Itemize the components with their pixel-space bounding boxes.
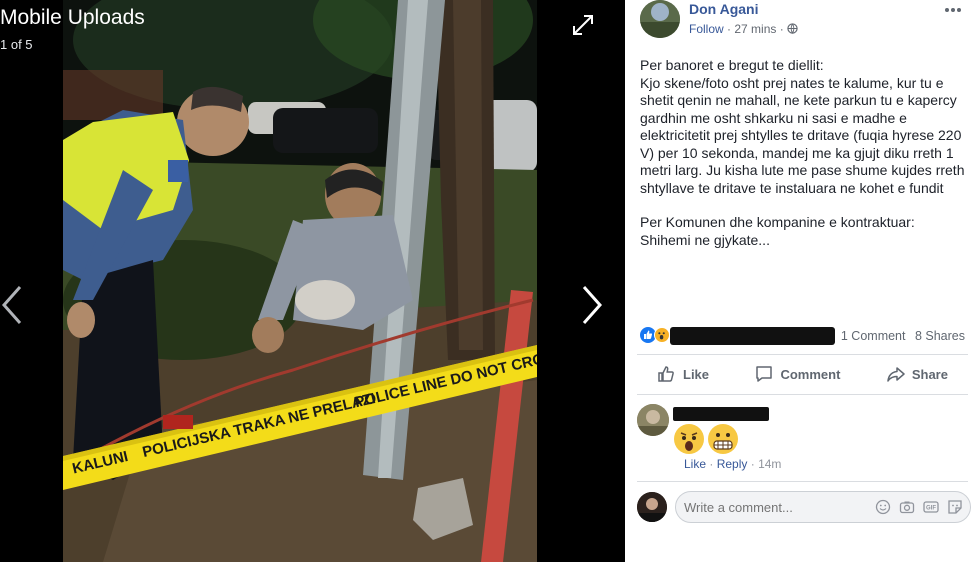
divider	[637, 354, 968, 355]
commenter-avatar[interactable]	[637, 404, 669, 436]
divider	[637, 481, 968, 482]
post-panel: Don Agani Follow · 27 mins · Per banoret…	[625, 0, 980, 562]
like-button[interactable]: Like	[637, 358, 729, 390]
camera-icon[interactable]	[899, 499, 915, 515]
gif-icon[interactable]: GIF	[923, 499, 939, 515]
post-stats: 1 Comment 8 Shares	[835, 329, 965, 343]
comment-actions: Like · Reply · 14m	[684, 457, 781, 471]
reactions-summary: 1 Comment 8 Shares	[640, 326, 965, 346]
comment-label: Comment	[780, 366, 841, 382]
comment-like-link[interactable]: Like	[684, 457, 706, 471]
share-arrow-icon	[887, 367, 905, 382]
post-time[interactable]: 27 mins	[734, 22, 776, 36]
comment-time[interactable]: 14m	[758, 457, 781, 471]
post-meta: Follow · 27 mins ·	[689, 22, 798, 36]
divider	[637, 394, 968, 395]
sticker-icon[interactable]	[947, 499, 963, 515]
album-title[interactable]: Mobile Uploads	[0, 6, 145, 30]
next-photo-icon[interactable]	[578, 283, 604, 327]
post-paragraph: Per banoret e bregut te diellit: Kjo ske…	[640, 57, 965, 196]
comment-box-icons: GIF	[875, 499, 963, 515]
photo-position: 1 of 5	[0, 37, 33, 52]
current-user-avatar[interactable]	[637, 492, 667, 522]
globe-icon	[787, 23, 798, 34]
svg-text:GIF: GIF	[926, 506, 936, 512]
previous-photo-icon[interactable]	[0, 283, 26, 327]
follow-link[interactable]: Follow	[689, 22, 724, 36]
expand-icon[interactable]	[570, 12, 596, 38]
comment-button[interactable]: Comment	[734, 358, 860, 390]
shares-count[interactable]: 8 Shares	[915, 329, 965, 343]
more-options-icon[interactable]	[943, 0, 963, 20]
main-photo[interactable]: KALUNI POLICIJSKA TRAKA NE PRELAZI POLIC…	[63, 0, 537, 562]
author-avatar[interactable]	[640, 0, 680, 38]
wow-reaction-icon[interactable]	[654, 327, 670, 343]
comment-reply-link[interactable]: Reply	[717, 457, 748, 471]
like-label: Like	[683, 366, 710, 382]
meta-separator: ·	[779, 22, 784, 36]
redacted-commenter-name	[673, 407, 769, 421]
share-button[interactable]: Share	[866, 358, 968, 390]
post-paragraph: Per Komunen dhe kompanine e kontraktuar:…	[640, 214, 915, 248]
meta-separator: ·	[727, 22, 732, 36]
photo-scene: KALUNI POLICIJSKA TRAKA NE PRELAZI POLIC…	[63, 0, 537, 562]
share-label: Share	[911, 366, 948, 382]
comment-bubble-icon	[756, 366, 773, 382]
grimacing-face-icon	[707, 423, 739, 455]
author-name[interactable]: Don Agani	[689, 1, 758, 17]
comment-separator: ·	[709, 457, 714, 471]
post-actions: Like Comment Share	[637, 358, 968, 390]
scared-face-icon	[673, 423, 705, 455]
photo-viewer: KALUNI POLICIJSKA TRAKA NE PRELAZI POLIC…	[0, 0, 625, 562]
comment-item: Like · Reply · 14m	[637, 402, 968, 472]
emoji-icon[interactable]	[875, 499, 891, 515]
comment-separator: ·	[750, 457, 755, 471]
comment-composer: GIF	[637, 489, 973, 525]
thumbs-up-icon	[658, 366, 674, 382]
comments-count[interactable]: 1 Comment	[841, 329, 906, 343]
redacted-names	[670, 327, 835, 345]
post-body: Per banoret e bregut te diellit: Kjo ske…	[640, 57, 968, 249]
